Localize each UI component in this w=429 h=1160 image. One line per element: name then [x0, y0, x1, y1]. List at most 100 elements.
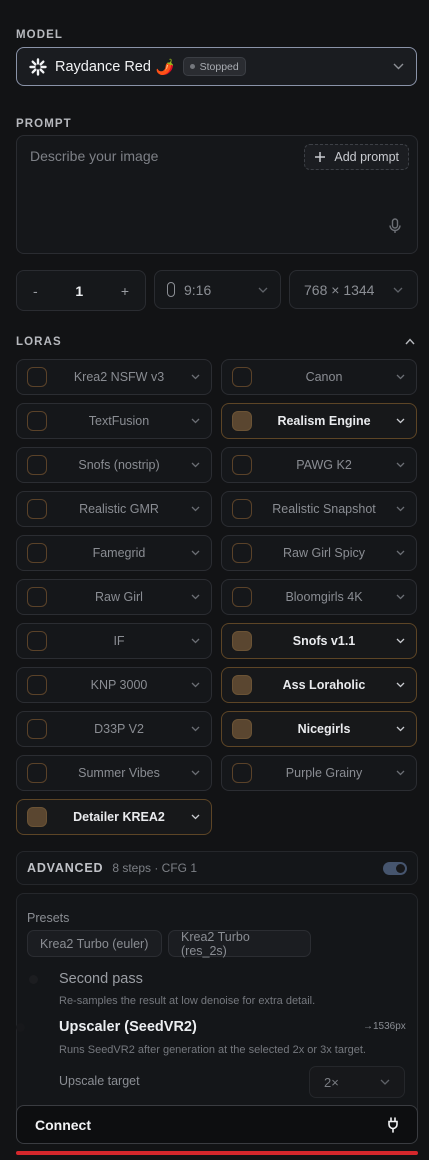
- chevron-down-icon[interactable]: [191, 374, 201, 380]
- chevron-down-icon[interactable]: [396, 638, 406, 644]
- prompt-textarea[interactable]: Describe your image Add prompt: [16, 135, 418, 254]
- lora-checkbox[interactable]: [27, 367, 47, 387]
- lora-item[interactable]: D33P V2: [16, 711, 212, 747]
- lora-item[interactable]: Ass Loraholic: [221, 667, 417, 703]
- decrement-button[interactable]: -: [33, 283, 38, 299]
- lora-checkbox[interactable]: [27, 719, 47, 739]
- connect-button[interactable]: Connect: [16, 1105, 418, 1144]
- chevron-down-icon[interactable]: [396, 726, 406, 732]
- lora-item[interactable]: Purple Grainy: [221, 755, 417, 791]
- lora-checkbox[interactable]: [27, 411, 47, 431]
- lora-checkbox[interactable]: [232, 631, 252, 651]
- lora-item[interactable]: TextFusion: [16, 403, 212, 439]
- lora-item[interactable]: Snofs v1.1: [221, 623, 417, 659]
- preset-chip[interactable]: Krea2 Turbo (res_2s): [168, 930, 311, 958]
- lora-checkbox[interactable]: [27, 587, 47, 607]
- lora-checkbox[interactable]: [232, 367, 252, 387]
- chevron-down-icon[interactable]: [396, 770, 406, 776]
- lora-label: TextFusion: [88, 414, 150, 428]
- lora-item[interactable]: Realistic Snapshot: [221, 491, 417, 527]
- chevron-down-icon[interactable]: [191, 770, 201, 776]
- lora-item[interactable]: Raw Girl Spicy: [221, 535, 417, 571]
- lora-checkbox[interactable]: [232, 763, 252, 783]
- upscale-target-label: Upscale target: [59, 1074, 140, 1088]
- lora-checkbox[interactable]: [27, 499, 47, 519]
- lora-checkbox[interactable]: [232, 675, 252, 695]
- lora-checkbox[interactable]: [232, 499, 252, 519]
- lora-item[interactable]: KNP 3000: [16, 667, 212, 703]
- lora-item[interactable]: Canon: [221, 359, 417, 395]
- lora-item[interactable]: IF: [16, 623, 212, 659]
- lora-checkbox[interactable]: [232, 543, 252, 563]
- chevron-down-icon[interactable]: [191, 506, 201, 512]
- upscale-target-select[interactable]: 2×: [309, 1066, 405, 1098]
- chevron-down-icon[interactable]: [396, 682, 406, 688]
- lora-item[interactable]: Nicegirls: [221, 711, 417, 747]
- lora-checkbox[interactable]: [27, 675, 47, 695]
- lora-item[interactable]: Detailer KREA2: [16, 799, 212, 835]
- lora-item[interactable]: Realism Engine: [221, 403, 417, 439]
- chevron-down-icon[interactable]: [396, 418, 406, 424]
- chevron-up-icon[interactable]: [405, 338, 415, 345]
- lora-item[interactable]: Realistic GMR: [16, 491, 212, 527]
- resolution-select[interactable]: 768 × 1344: [289, 270, 418, 309]
- aspect-ratio-value: 9:16: [184, 281, 212, 298]
- pepper-emoji: 🌶️: [155, 58, 175, 76]
- lora-checkbox[interactable]: [27, 543, 47, 563]
- add-prompt-button[interactable]: Add prompt: [304, 144, 409, 170]
- upscaler-target-px: →1536px: [363, 1021, 406, 1032]
- lora-checkbox[interactable]: [27, 631, 47, 651]
- chevron-down-icon[interactable]: [396, 594, 406, 600]
- lora-label: Canon: [305, 370, 343, 384]
- upscaler-desc: Runs SeedVR2 after generation at the sel…: [59, 1044, 366, 1056]
- lora-checkbox[interactable]: [27, 763, 47, 783]
- prompt-section-label: PROMPT: [16, 118, 72, 130]
- lora-item[interactable]: Famegrid: [16, 535, 212, 571]
- lora-item[interactable]: Summer Vibes: [16, 755, 212, 791]
- lora-item[interactable]: Snofs (nostrip): [16, 447, 212, 483]
- lora-checkbox[interactable]: [232, 455, 252, 475]
- chevron-down-icon[interactable]: [191, 638, 201, 644]
- lora-label: Ass Loraholic: [282, 678, 366, 692]
- lora-label: Snofs v1.1: [292, 634, 356, 648]
- lora-label: Famegrid: [92, 546, 146, 560]
- chevron-down-icon[interactable]: [396, 506, 406, 512]
- lora-label: Realistic Snapshot: [272, 502, 376, 516]
- aspect-ratio-select[interactable]: 9:16: [154, 270, 281, 309]
- lora-label: D33P V2: [94, 722, 144, 736]
- advanced-header[interactable]: ADVANCED 8 steps · CFG 1: [16, 851, 418, 885]
- chevron-down-icon[interactable]: [191, 682, 201, 688]
- image-count-stepper: - 1 +: [16, 270, 146, 311]
- chevron-down-icon[interactable]: [191, 550, 201, 556]
- lora-label: Purple Grainy: [285, 766, 363, 780]
- advanced-title: ADVANCED: [27, 861, 104, 875]
- chevron-down-icon[interactable]: [191, 418, 201, 424]
- increment-button[interactable]: +: [121, 283, 129, 299]
- chevron-down-icon[interactable]: [396, 550, 406, 556]
- second-pass-desc: Re-samples the result at low denoise for…: [59, 995, 316, 1007]
- lora-item[interactable]: Bloomgirls 4K: [221, 579, 417, 615]
- lora-item[interactable]: Raw Girl: [16, 579, 212, 615]
- lora-item[interactable]: PAWG K2: [221, 447, 417, 483]
- chevron-down-icon: [258, 287, 268, 293]
- chevron-down-icon: [380, 1079, 390, 1085]
- lora-checkbox[interactable]: [27, 807, 47, 827]
- model-select[interactable]: Raydance Red 🌶️ Stopped: [16, 47, 417, 86]
- lora-item[interactable]: Krea2 NSFW v3: [16, 359, 212, 395]
- lora-checkbox[interactable]: [232, 411, 252, 431]
- lora-checkbox[interactable]: [27, 455, 47, 475]
- microphone-icon[interactable]: [389, 218, 401, 239]
- lora-checkbox[interactable]: [232, 719, 252, 739]
- chevron-down-icon[interactable]: [396, 374, 406, 380]
- loras-section-label: LORAS: [16, 336, 62, 348]
- chevron-down-icon[interactable]: [191, 462, 201, 468]
- chevron-down-icon[interactable]: [396, 462, 406, 468]
- upscaler-title: Upscaler (SeedVR2): [59, 1019, 197, 1035]
- image-count-value: 1: [75, 282, 84, 299]
- advanced-toggle[interactable]: [383, 861, 407, 875]
- chevron-down-icon[interactable]: [191, 594, 201, 600]
- preset-chip[interactable]: Krea2 Turbo (euler): [27, 930, 162, 957]
- lora-checkbox[interactable]: [232, 587, 252, 607]
- chevron-down-icon[interactable]: [191, 726, 201, 732]
- chevron-down-icon[interactable]: [191, 814, 201, 820]
